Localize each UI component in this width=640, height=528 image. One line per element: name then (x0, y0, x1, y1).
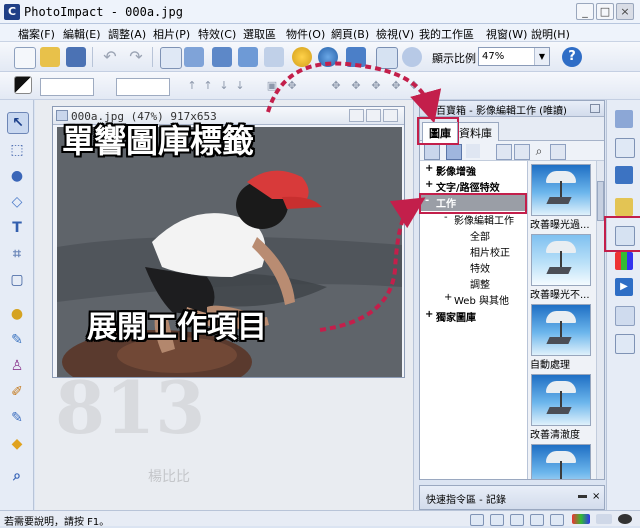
arrow-to-gallery-tab (266, 61, 442, 124)
arrow-to-tasks-node (319, 197, 426, 332)
tab-gallery[interactable]: 圖庫 (422, 122, 458, 143)
callout-arrows (266, 61, 442, 332)
